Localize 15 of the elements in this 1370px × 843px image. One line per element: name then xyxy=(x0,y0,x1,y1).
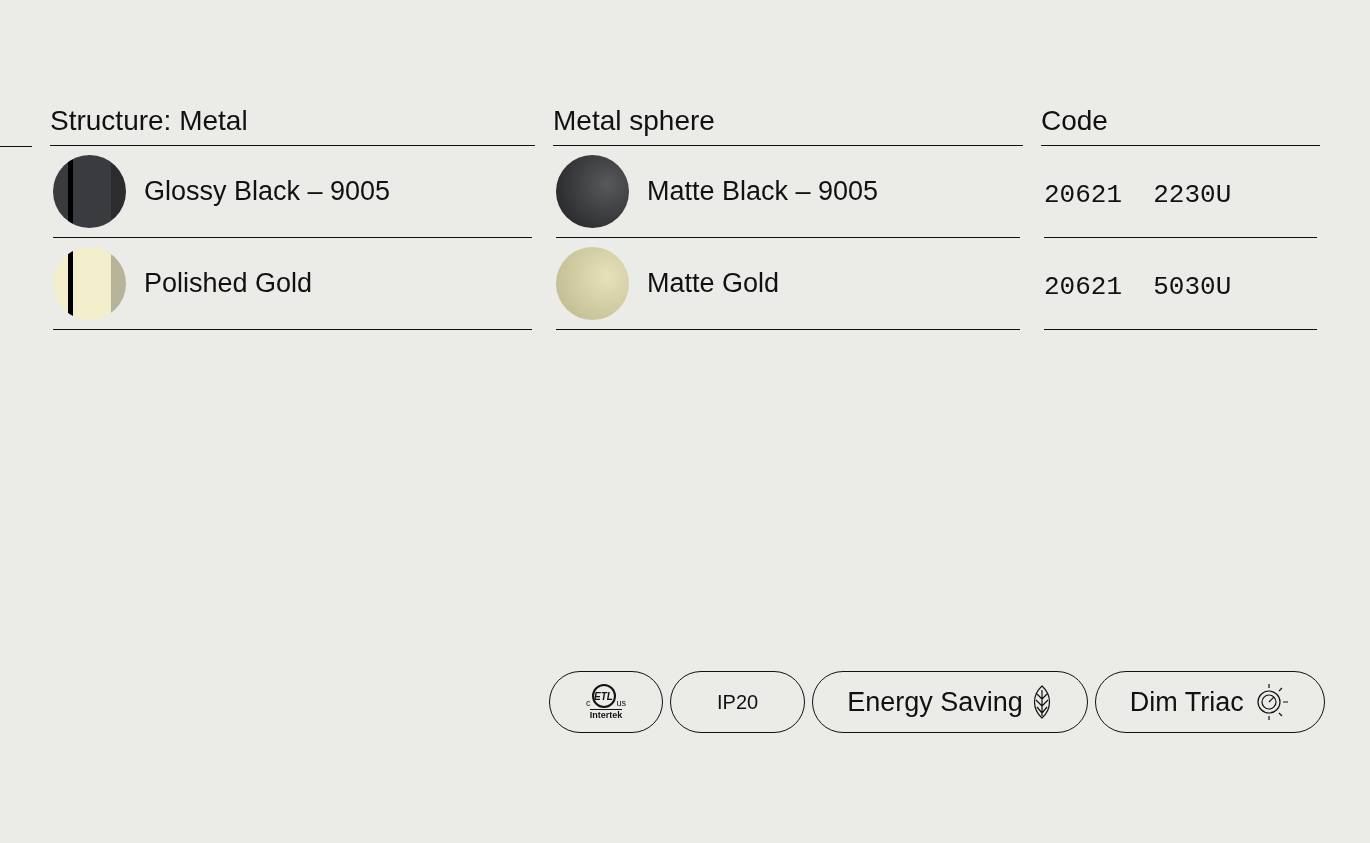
column-header: Code xyxy=(1041,100,1320,146)
finish-label: Glossy Black – 9005 xyxy=(144,176,391,207)
finish-label: Matte Black – 9005 xyxy=(647,176,879,207)
badge-label: Dim Triac xyxy=(1129,686,1244,718)
badge-label: Energy Saving xyxy=(847,686,1023,718)
finish-label: Polished Gold xyxy=(144,268,313,299)
logo-text: c xyxy=(586,699,591,708)
etl-mark: ETL xyxy=(591,684,616,708)
product-code: 20621 2230U xyxy=(1044,178,1232,210)
finish-label: Matte Gold xyxy=(647,268,780,299)
product-code: 20621 5030U xyxy=(1044,270,1232,302)
column-header: Metal sphere xyxy=(553,100,1023,146)
logo-text: us xyxy=(616,699,626,708)
column-header: Structure: Metal xyxy=(50,100,535,146)
logo-caption: Intertek xyxy=(589,709,623,720)
